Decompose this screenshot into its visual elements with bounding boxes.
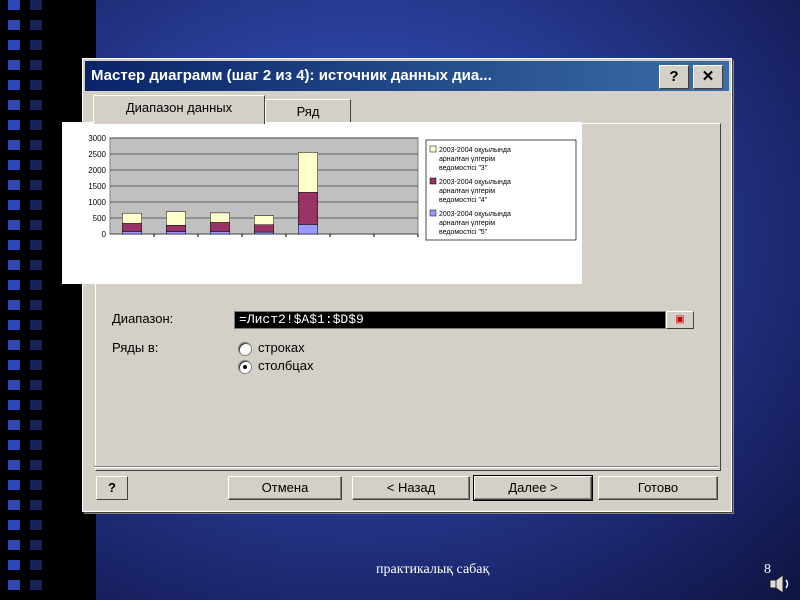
button-separator (94, 466, 718, 468)
range-label: Диапазон: (112, 311, 174, 326)
bar-segment (122, 231, 142, 235)
legend-label: 2003-2004 оқуылында (439, 147, 511, 154)
legend-swatch (429, 145, 437, 153)
legend-label: ведомостісі "4" (439, 196, 488, 204)
y-tick-label: 2500 (88, 150, 106, 159)
help-button[interactable]: ? (96, 476, 128, 500)
bar-segment (166, 211, 186, 226)
range-collapse-icon[interactable]: ▣ (666, 311, 694, 329)
y-tick-label: 1000 (88, 198, 106, 207)
tab-data-range[interactable]: Диапазон данных (93, 95, 265, 124)
speaker-icon[interactable] (768, 572, 794, 596)
close-icon[interactable]: ✕ (693, 65, 723, 89)
bar-segment (298, 152, 318, 193)
y-tick-label: 3000 (88, 134, 106, 143)
bar-segment (122, 223, 142, 232)
legend-label: ведомостісі "3" (439, 164, 488, 172)
legend-label: арналған үлгерім (439, 219, 495, 227)
y-tick-label: 0 (102, 230, 107, 239)
series-in-label: Ряды в: (112, 340, 159, 355)
bar-segment (166, 225, 186, 233)
y-tick-label: 2000 (88, 166, 106, 175)
next-button[interactable]: Далее > (473, 475, 593, 501)
chart-preview: 0 500 1000 1500 2000 2500 3000 2003-2004 оқуылы… (62, 122, 582, 284)
legend-label: 2003-2004 оқуылында (439, 211, 511, 218)
chart-svg: 0 500 1000 1500 2000 2500 3000 2003-2004 оқуылы… (88, 134, 577, 241)
film-holes (8, 0, 20, 600)
bar-segment (254, 231, 274, 235)
legend-label: 2003-2004 оқуылында (439, 179, 511, 186)
bar-segment (210, 212, 230, 223)
back-button[interactable]: < Назад (352, 476, 470, 500)
bar-segment (166, 231, 186, 235)
finish-button[interactable]: Готово (598, 476, 718, 500)
bar-segment (210, 231, 230, 235)
cancel-button[interactable]: Отмена (228, 476, 342, 500)
film-holes-inner (30, 0, 42, 600)
radio-columns[interactable] (238, 360, 252, 374)
bar-segment (254, 215, 274, 225)
dialog-title: Мастер диаграмм (шаг 2 из 4): источник д… (91, 67, 492, 84)
tab-series[interactable]: Ряд (265, 99, 351, 124)
radio-rows[interactable] (238, 342, 252, 356)
legend-label: арналған үлгерім (439, 155, 495, 163)
legend-swatch (429, 177, 437, 185)
radio-columns-label[interactable]: столбцах (258, 358, 313, 373)
slide-footer: практикалық сабақ (376, 562, 490, 577)
bar-segment (298, 192, 318, 225)
radio-rows-label[interactable]: строках (258, 340, 305, 355)
bar-segment (298, 224, 318, 235)
y-tick-label: 1500 (88, 182, 106, 191)
legend-label: арналған үлгерім (439, 187, 495, 195)
bar-segment (122, 212, 142, 224)
bar-segment (210, 222, 230, 232)
legend-swatch (429, 209, 437, 217)
bar-segment (254, 224, 274, 233)
y-tick-label: 500 (93, 214, 107, 223)
legend-label: ведомостісі "5" (439, 228, 488, 236)
range-input[interactable]: =Лист2!$A$1:$D$9 (234, 311, 666, 329)
dialog-titlebar: Мастер диаграмм (шаг 2 из 4): источник д… (85, 61, 729, 91)
help-icon[interactable]: ? (659, 65, 689, 89)
